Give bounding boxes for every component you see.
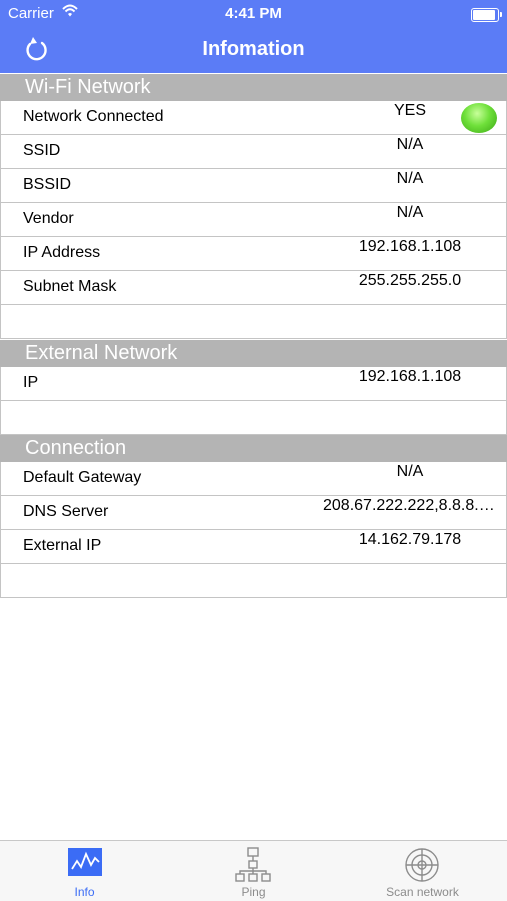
- network-tree-icon: [235, 847, 271, 888]
- row-label: DNS Server: [23, 503, 109, 520]
- row-value: 192.168.1.108: [358, 238, 462, 255]
- activity-chart-icon: [67, 847, 103, 882]
- tab-label: Ping: [241, 885, 266, 899]
- section-title: External Network: [25, 342, 178, 364]
- tab-bar: Info Ping Scan network: [0, 840, 507, 901]
- section-header-external: External Network: [0, 340, 507, 367]
- row-value: 208.67.222.222,8.8.8.8,8.8.4.4: [323, 497, 499, 514]
- row-value: 14.162.79.178: [358, 531, 462, 548]
- status-bar: Carrier 4:41 PM: [0, 0, 507, 28]
- row-label: Subnet Mask: [23, 278, 117, 295]
- row-network-connected: Network Connected YES: [0, 101, 507, 135]
- row-label: BSSID: [23, 176, 72, 193]
- section-spacer: [0, 305, 507, 339]
- battery-tip: [500, 12, 502, 17]
- row-value: N/A: [396, 136, 424, 153]
- section-title: Connection: [25, 437, 127, 459]
- tab-ping[interactable]: Ping: [169, 841, 338, 901]
- row-value: N/A: [396, 463, 424, 480]
- row-label: Vendor: [23, 210, 74, 227]
- row-value: N/A: [396, 204, 424, 221]
- tab-label: Scan network: [386, 885, 459, 899]
- section-header-connection: Connection: [0, 435, 507, 462]
- row-value: 255.255.255.0: [358, 272, 462, 289]
- section-spacer: [0, 564, 507, 598]
- navigation-bar: Infomation: [0, 28, 507, 73]
- row-label: IP Address: [23, 244, 101, 261]
- status-time: 4:41 PM: [225, 5, 282, 22]
- row-label: SSID: [23, 142, 61, 159]
- row-external-ip-connection: External IP 14.162.79.178: [0, 530, 507, 564]
- row-label: Default Gateway: [23, 469, 142, 486]
- page-title: Infomation: [202, 38, 305, 60]
- row-label: IP: [23, 374, 39, 391]
- tab-scan-network[interactable]: Scan network: [338, 841, 507, 901]
- section-spacer: [0, 401, 507, 435]
- row-ssid: SSID N/A: [0, 135, 507, 169]
- row-vendor: Vendor N/A: [0, 203, 507, 237]
- tab-label: Info: [74, 885, 95, 899]
- row-bssid: BSSID N/A: [0, 169, 507, 203]
- section-header-wifi: Wi-Fi Network: [0, 74, 507, 101]
- row-label: External IP: [23, 537, 102, 554]
- row-subnet-mask: Subnet Mask 255.255.255.0: [0, 271, 507, 305]
- row-value: N/A: [396, 170, 424, 187]
- connection-status-indicator: [461, 103, 497, 133]
- row-label: Network Connected: [23, 108, 164, 125]
- row-default-gateway: Default Gateway N/A: [0, 462, 507, 496]
- radar-icon: [404, 847, 440, 888]
- battery-icon: [471, 8, 499, 22]
- row-dns-server: DNS Server 208.67.222.222,8.8.8.8,8.8.4.…: [0, 496, 507, 530]
- row-external-ip: IP 192.168.1.108: [0, 367, 507, 401]
- row-ip-address: IP Address 192.168.1.108: [0, 237, 507, 271]
- section-title: Wi-Fi Network: [25, 76, 151, 98]
- row-value: 192.168.1.108: [358, 368, 462, 385]
- tab-info[interactable]: Info: [0, 841, 169, 901]
